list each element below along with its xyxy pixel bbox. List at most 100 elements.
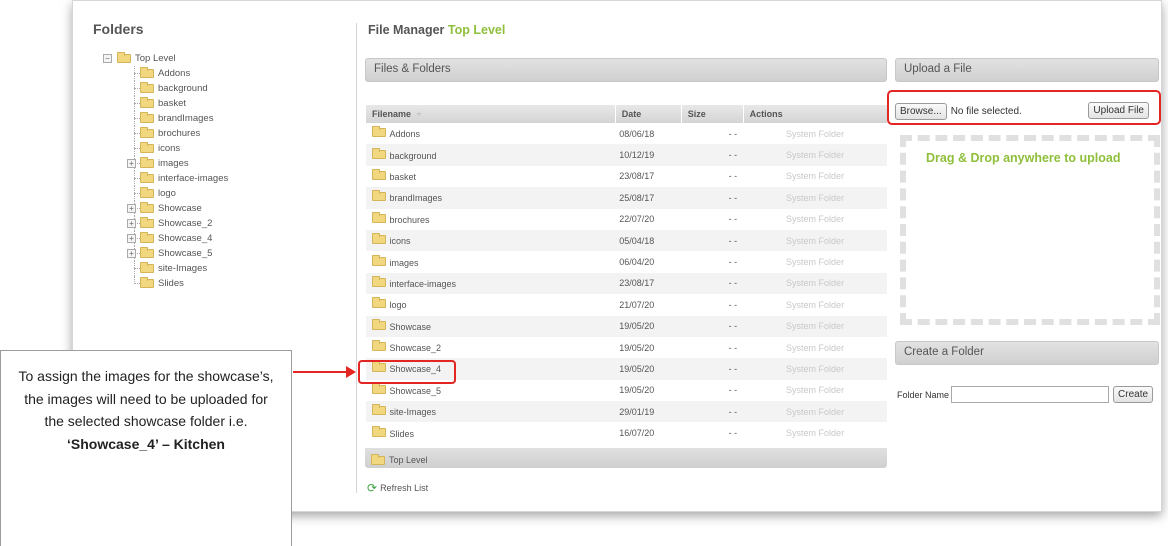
size-cell: - - <box>681 315 744 337</box>
filename-cell[interactable]: basket <box>365 165 616 188</box>
tree-item-label: Showcase <box>158 203 202 214</box>
filename-text: brochures <box>389 214 430 225</box>
table-row[interactable]: background 10/12/19- - System Folder <box>365 144 887 166</box>
folder-icon <box>371 297 386 309</box>
tree-item[interactable]: + Showcase_5 <box>103 246 348 261</box>
sort-icon[interactable]: ÷ <box>417 109 422 119</box>
expand-icon[interactable]: + <box>127 249 136 258</box>
filename-cell[interactable]: brandImages <box>365 187 616 209</box>
size-cell: - - <box>681 272 744 295</box>
date-cell: 23/08/17 <box>615 165 682 188</box>
action-cell: System Folder <box>743 294 887 316</box>
tree-item[interactable]: interface-images <box>103 171 348 186</box>
tree-item[interactable]: + images <box>103 156 348 171</box>
expand-icon[interactable]: + <box>127 204 136 213</box>
table-row[interactable]: Slides 16/07/20- - System Folder <box>365 422 887 444</box>
tree-item[interactable]: + Showcase_2 <box>103 216 348 231</box>
tree-item[interactable]: Slides <box>103 276 348 291</box>
table-row[interactable]: Showcase 19/05/20- - System Folder <box>365 315 887 337</box>
folder-icon <box>371 318 386 330</box>
date-cell: 19/05/20 <box>615 358 682 380</box>
table-row[interactable]: basket 23/08/17- - System Folder <box>365 165 887 188</box>
filename-cell[interactable]: Slides <box>365 422 616 444</box>
filename-cell[interactable]: background <box>365 144 616 166</box>
date-cell: 21/07/20 <box>615 294 682 316</box>
table-row[interactable]: brochures 22/07/20- - System Folder <box>365 208 887 230</box>
refresh-list-link[interactable]: ⟳ Refresh List <box>367 481 428 495</box>
table-row[interactable]: logo 21/07/20- - System Folder <box>365 294 887 316</box>
refresh-icon: ⟳ <box>367 481 378 495</box>
folder-icon <box>140 277 154 288</box>
collapse-icon[interactable]: − <box>103 54 112 63</box>
table-row[interactable]: icons 05/04/18- - System Folder <box>365 229 887 252</box>
filename-cell[interactable]: logo <box>365 294 616 316</box>
table-row[interactable]: images 06/04/20- - System Folder <box>365 251 887 273</box>
table-row[interactable]: interface-images 23/08/17- - System Folder <box>365 272 887 295</box>
tree-item[interactable]: brochures <box>103 126 348 141</box>
create-folder-button[interactable]: Create <box>1113 386 1154 403</box>
filename-cell[interactable]: images <box>365 251 616 273</box>
date-cell: 23/08/17 <box>615 272 682 295</box>
date-cell: 05/04/18 <box>615 229 682 252</box>
tree-item[interactable]: background <box>103 81 348 96</box>
expand-icon[interactable]: + <box>127 159 136 168</box>
tree-item-label: icons <box>158 143 181 154</box>
size-cell: - - <box>681 358 744 380</box>
tree-item[interactable]: logo <box>103 186 348 201</box>
filename-cell[interactable]: icons <box>365 229 616 252</box>
screenshot-stage: Folders − Top Level Addons background bask… <box>0 0 1168 546</box>
tree-item-label: basket <box>158 98 186 109</box>
filename-cell[interactable]: brochures <box>365 208 616 230</box>
filename-text: background <box>389 150 437 161</box>
folder-icon <box>117 52 131 63</box>
table-row[interactable]: brandImages 25/08/17- - System Folder <box>365 187 887 209</box>
folder-icon <box>371 275 386 287</box>
drop-zone[interactable]: Drag & Drop anywhere to upload <box>900 135 1160 325</box>
folder-icon <box>140 202 154 213</box>
folder-icon <box>140 232 154 243</box>
tree-item[interactable]: + Showcase <box>103 201 348 216</box>
folder-icon <box>371 453 385 465</box>
instruction-callout: To assign the images for the showcase’s,… <box>0 350 292 546</box>
tree-item-label: Showcase_4 <box>158 233 213 244</box>
filename-cell[interactable]: interface-images <box>365 272 616 295</box>
file-manager-title: File Manager Top Level <box>368 23 505 37</box>
tree-item[interactable]: brandImages <box>103 111 348 126</box>
tree-item[interactable]: Addons <box>103 66 348 81</box>
column-date[interactable]: Date <box>614 105 682 123</box>
tree-item-label: Showcase_5 <box>158 248 213 259</box>
column-filename-label: Filename <box>372 109 412 119</box>
action-cell: System Folder <box>743 336 887 359</box>
tree-item[interactable]: site-Images <box>103 261 348 276</box>
tree-item[interactable]: icons <box>103 141 348 156</box>
size-cell: - - <box>681 208 744 230</box>
filename-text: images <box>389 257 419 268</box>
expand-icon[interactable]: + <box>127 234 136 243</box>
folder-icon <box>140 247 154 258</box>
filename-cell[interactable]: Showcase_2 <box>365 336 616 359</box>
folder-icon <box>371 168 386 180</box>
column-size[interactable]: Size <box>680 105 744 123</box>
table-row[interactable]: site-Images 29/01/19- - System Folder <box>365 401 887 423</box>
tree-item[interactable]: + Showcase_4 <box>103 231 348 246</box>
table-row[interactable]: Addons 08/06/18- - System Folder <box>365 123 887 145</box>
column-actions: Actions <box>742 105 887 123</box>
folder-icon <box>140 172 154 183</box>
table-row[interactable]: Showcase_2 19/05/20- - System Folder <box>365 336 887 359</box>
filename-cell[interactable]: Showcase <box>365 315 616 337</box>
current-folder-label: Top Level <box>447 23 506 37</box>
filename-text: basket <box>389 171 417 182</box>
filename-cell[interactable]: Addons <box>365 123 616 145</box>
folder-icon <box>140 97 154 108</box>
filename-cell[interactable]: site-Images <box>365 401 616 423</box>
column-filename[interactable]: Filename ÷ <box>365 105 616 123</box>
folder-name-input[interactable] <box>951 386 1110 403</box>
folder-icon <box>140 67 154 78</box>
tree-root-label: Top Level <box>135 53 176 64</box>
expand-icon[interactable]: + <box>127 219 136 228</box>
tree-item[interactable]: basket <box>103 96 348 111</box>
date-cell: 19/05/20 <box>615 379 682 402</box>
tree-root[interactable]: − Top Level <box>103 51 348 66</box>
top-level-nav[interactable]: Top Level <box>365 448 887 468</box>
file-table-body: Addons 08/06/18- - System Folder background… <box>365 123 887 444</box>
